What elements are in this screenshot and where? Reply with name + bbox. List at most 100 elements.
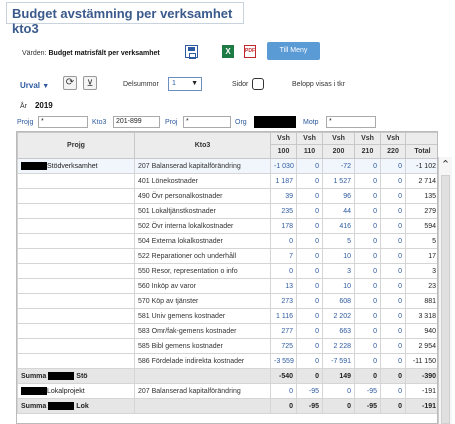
col-header-kto3[interactable]: Kto3 — [134, 132, 271, 159]
value-cell-200[interactable]: 416 — [322, 218, 355, 234]
value-cell-200[interactable]: -72 — [322, 158, 355, 174]
value-cell-210[interactable]: 0 — [354, 248, 381, 264]
table-row[interactable]: 501 Lokaltjänstkostnader 235 0 44 0 0 279 — [17, 203, 437, 219]
table-row[interactable]: 581 Univ gemens kostnader 1 116 0 2 202 0 0 3 … — [17, 308, 437, 324]
value-cell-210[interactable]: -95 — [354, 383, 381, 399]
vertical-scrollbar[interactable]: ⌃ — [438, 157, 452, 424]
value-cell-210[interactable]: 0 — [354, 218, 381, 234]
value-cell-100[interactable]: 7 — [270, 248, 297, 264]
col-header-210[interactable]: 210 — [354, 144, 381, 159]
value-cell-210[interactable]: 0 — [354, 263, 381, 279]
col-header-total[interactable]: Total — [405, 144, 437, 159]
value-cell-200[interactable]: 10 — [322, 278, 355, 294]
value-cell-220[interactable]: 0 — [380, 263, 406, 279]
value-cell-210[interactable]: 0 — [354, 353, 381, 369]
value-cell-220[interactable]: 0 — [380, 248, 406, 264]
value-cell-100[interactable]: -1 030 — [270, 158, 297, 174]
value-cell-210[interactable]: 0 — [354, 278, 381, 294]
value-cell-100[interactable]: 0 — [270, 233, 297, 249]
value-cell-200[interactable]: 2 228 — [322, 338, 355, 354]
value-cell-210[interactable]: 0 — [354, 188, 381, 204]
value-cell-220[interactable]: 0 — [380, 218, 406, 234]
value-cell-200[interactable]: 3 — [322, 263, 355, 279]
col-header-100[interactable]: 100 — [270, 144, 297, 159]
value-cell-210[interactable]: 0 — [354, 158, 381, 174]
value-cell-220[interactable]: 0 — [380, 293, 406, 309]
table-row[interactable]: 560 Inköp av varor 13 0 10 0 0 23 — [17, 278, 437, 294]
urval-toggle[interactable]: Urval ▼ — [20, 81, 49, 90]
value-cell-200[interactable]: -7 591 — [322, 353, 355, 369]
table-row[interactable]: 586 Fördelade indirekta kostnader -3 559 0… — [17, 353, 437, 369]
value-cell-110[interactable]: 0 — [296, 263, 323, 279]
value-cell-110[interactable]: 0 — [296, 293, 323, 309]
value-cell-210[interactable]: 0 — [354, 173, 381, 189]
value-cell-100[interactable]: 0 — [270, 263, 297, 279]
value-cell-200[interactable]: 44 — [322, 203, 355, 219]
value-cell-100[interactable]: 13 — [270, 278, 297, 294]
value-cell-210[interactable]: 0 — [354, 233, 381, 249]
projg-filter-input[interactable]: * — [38, 116, 88, 128]
value-cell-220[interactable]: 0 — [380, 308, 406, 324]
table-row[interactable]: 570 Köp av tjänster 273 0 608 0 0 881 — [17, 293, 437, 309]
value-cell-100[interactable]: -3 559 — [270, 353, 297, 369]
value-cell-100[interactable]: 235 — [270, 203, 297, 219]
table-row[interactable]: 522 Reparationer och underhåll 7 0 10 0 0 17 — [17, 248, 437, 264]
excel-export-icon[interactable]: X — [222, 45, 234, 58]
value-cell-220[interactable]: 0 — [380, 203, 406, 219]
sidor-checkbox[interactable] — [252, 78, 264, 90]
value-cell-110[interactable]: 0 — [296, 158, 323, 174]
value-cell-100[interactable]: 178 — [270, 218, 297, 234]
value-cell-100[interactable]: 1 116 — [270, 308, 297, 324]
value-cell-220[interactable]: 0 — [380, 338, 406, 354]
value-cell-220[interactable]: 0 — [380, 173, 406, 189]
value-cell-220[interactable]: 0 — [380, 323, 406, 339]
till-meny-button[interactable]: Till Meny — [267, 42, 320, 60]
col-header-110[interactable]: 110 — [296, 144, 323, 159]
value-cell-100[interactable]: 273 — [270, 293, 297, 309]
value-cell-100[interactable]: 1 187 — [270, 173, 297, 189]
value-cell-220[interactable]: 0 — [380, 383, 406, 399]
value-cell-210[interactable]: 0 — [354, 308, 381, 324]
motp-filter-input[interactable]: * — [326, 116, 376, 128]
value-cell-200[interactable]: 1 527 — [322, 173, 355, 189]
value-cell-210[interactable]: 0 — [354, 203, 381, 219]
delsummor-select[interactable]: 1 ▼ — [168, 77, 202, 91]
col-header-220[interactable]: 220 — [380, 144, 406, 159]
value-cell-200[interactable]: 2 202 — [322, 308, 355, 324]
value-cell-210[interactable]: 0 — [354, 338, 381, 354]
value-cell-110[interactable]: 0 — [296, 173, 323, 189]
value-cell-110[interactable]: 0 — [296, 353, 323, 369]
value-cell-220[interactable]: 0 — [380, 353, 406, 369]
value-cell-110[interactable]: 0 — [296, 188, 323, 204]
value-cell-210[interactable]: 0 — [354, 323, 381, 339]
table-row[interactable]: 585 Bibl gemens kostnader 725 0 2 228 0 0 2 95… — [17, 338, 437, 354]
col-header-projg[interactable]: Projg — [17, 132, 135, 159]
value-cell-210[interactable]: 0 — [354, 293, 381, 309]
value-cell-200[interactable]: 0 — [322, 383, 355, 399]
table-row[interactable]: 550 Resor, representation o info 0 0 3 0 0 3 — [17, 263, 437, 279]
org-filter-input-redacted[interactable] — [254, 116, 296, 128]
value-cell-220[interactable]: 0 — [380, 233, 406, 249]
value-cell-110[interactable]: 0 — [296, 308, 323, 324]
value-cell-110[interactable]: 0 — [296, 278, 323, 294]
value-cell-200[interactable]: 5 — [322, 233, 355, 249]
scroll-up-arrow-icon[interactable]: ⌃ — [439, 159, 452, 171]
table-row[interactable]: 504 Externa lokalkostnader 0 0 5 0 0 5 — [17, 233, 437, 249]
table-row[interactable]: 401 Lönekostnader 1 187 0 1 527 0 0 2 714 — [17, 173, 437, 189]
value-cell-110[interactable]: 0 — [296, 233, 323, 249]
value-cell-100[interactable]: 0 — [270, 383, 297, 399]
value-cell-220[interactable]: 0 — [380, 158, 406, 174]
table-row[interactable]: 583 Omr/fak-gemens kostnader 277 0 663 0 0 940 — [17, 323, 437, 339]
value-cell-100[interactable]: 277 — [270, 323, 297, 339]
value-cell-110[interactable]: 0 — [296, 248, 323, 264]
clear-filter-icon[interactable]: ⊻ — [83, 76, 97, 90]
refresh-icon[interactable]: ⟳ — [63, 76, 77, 90]
table-row[interactable]: 490 Övr personalkostnader 39 0 96 0 0 135 — [17, 188, 437, 204]
value-cell-200[interactable]: 10 — [322, 248, 355, 264]
value-cell-200[interactable]: 663 — [322, 323, 355, 339]
table-row[interactable]: 502 Övr interna lokalkostnader 178 0 416 0 0 5… — [17, 218, 437, 234]
value-cell-110[interactable]: 0 — [296, 218, 323, 234]
value-cell-220[interactable]: 0 — [380, 278, 406, 294]
table-row[interactable]: Stödverksamhet 207 Balanserad kapitalförä… — [17, 158, 437, 174]
proj-filter-input[interactable]: * — [183, 116, 231, 128]
